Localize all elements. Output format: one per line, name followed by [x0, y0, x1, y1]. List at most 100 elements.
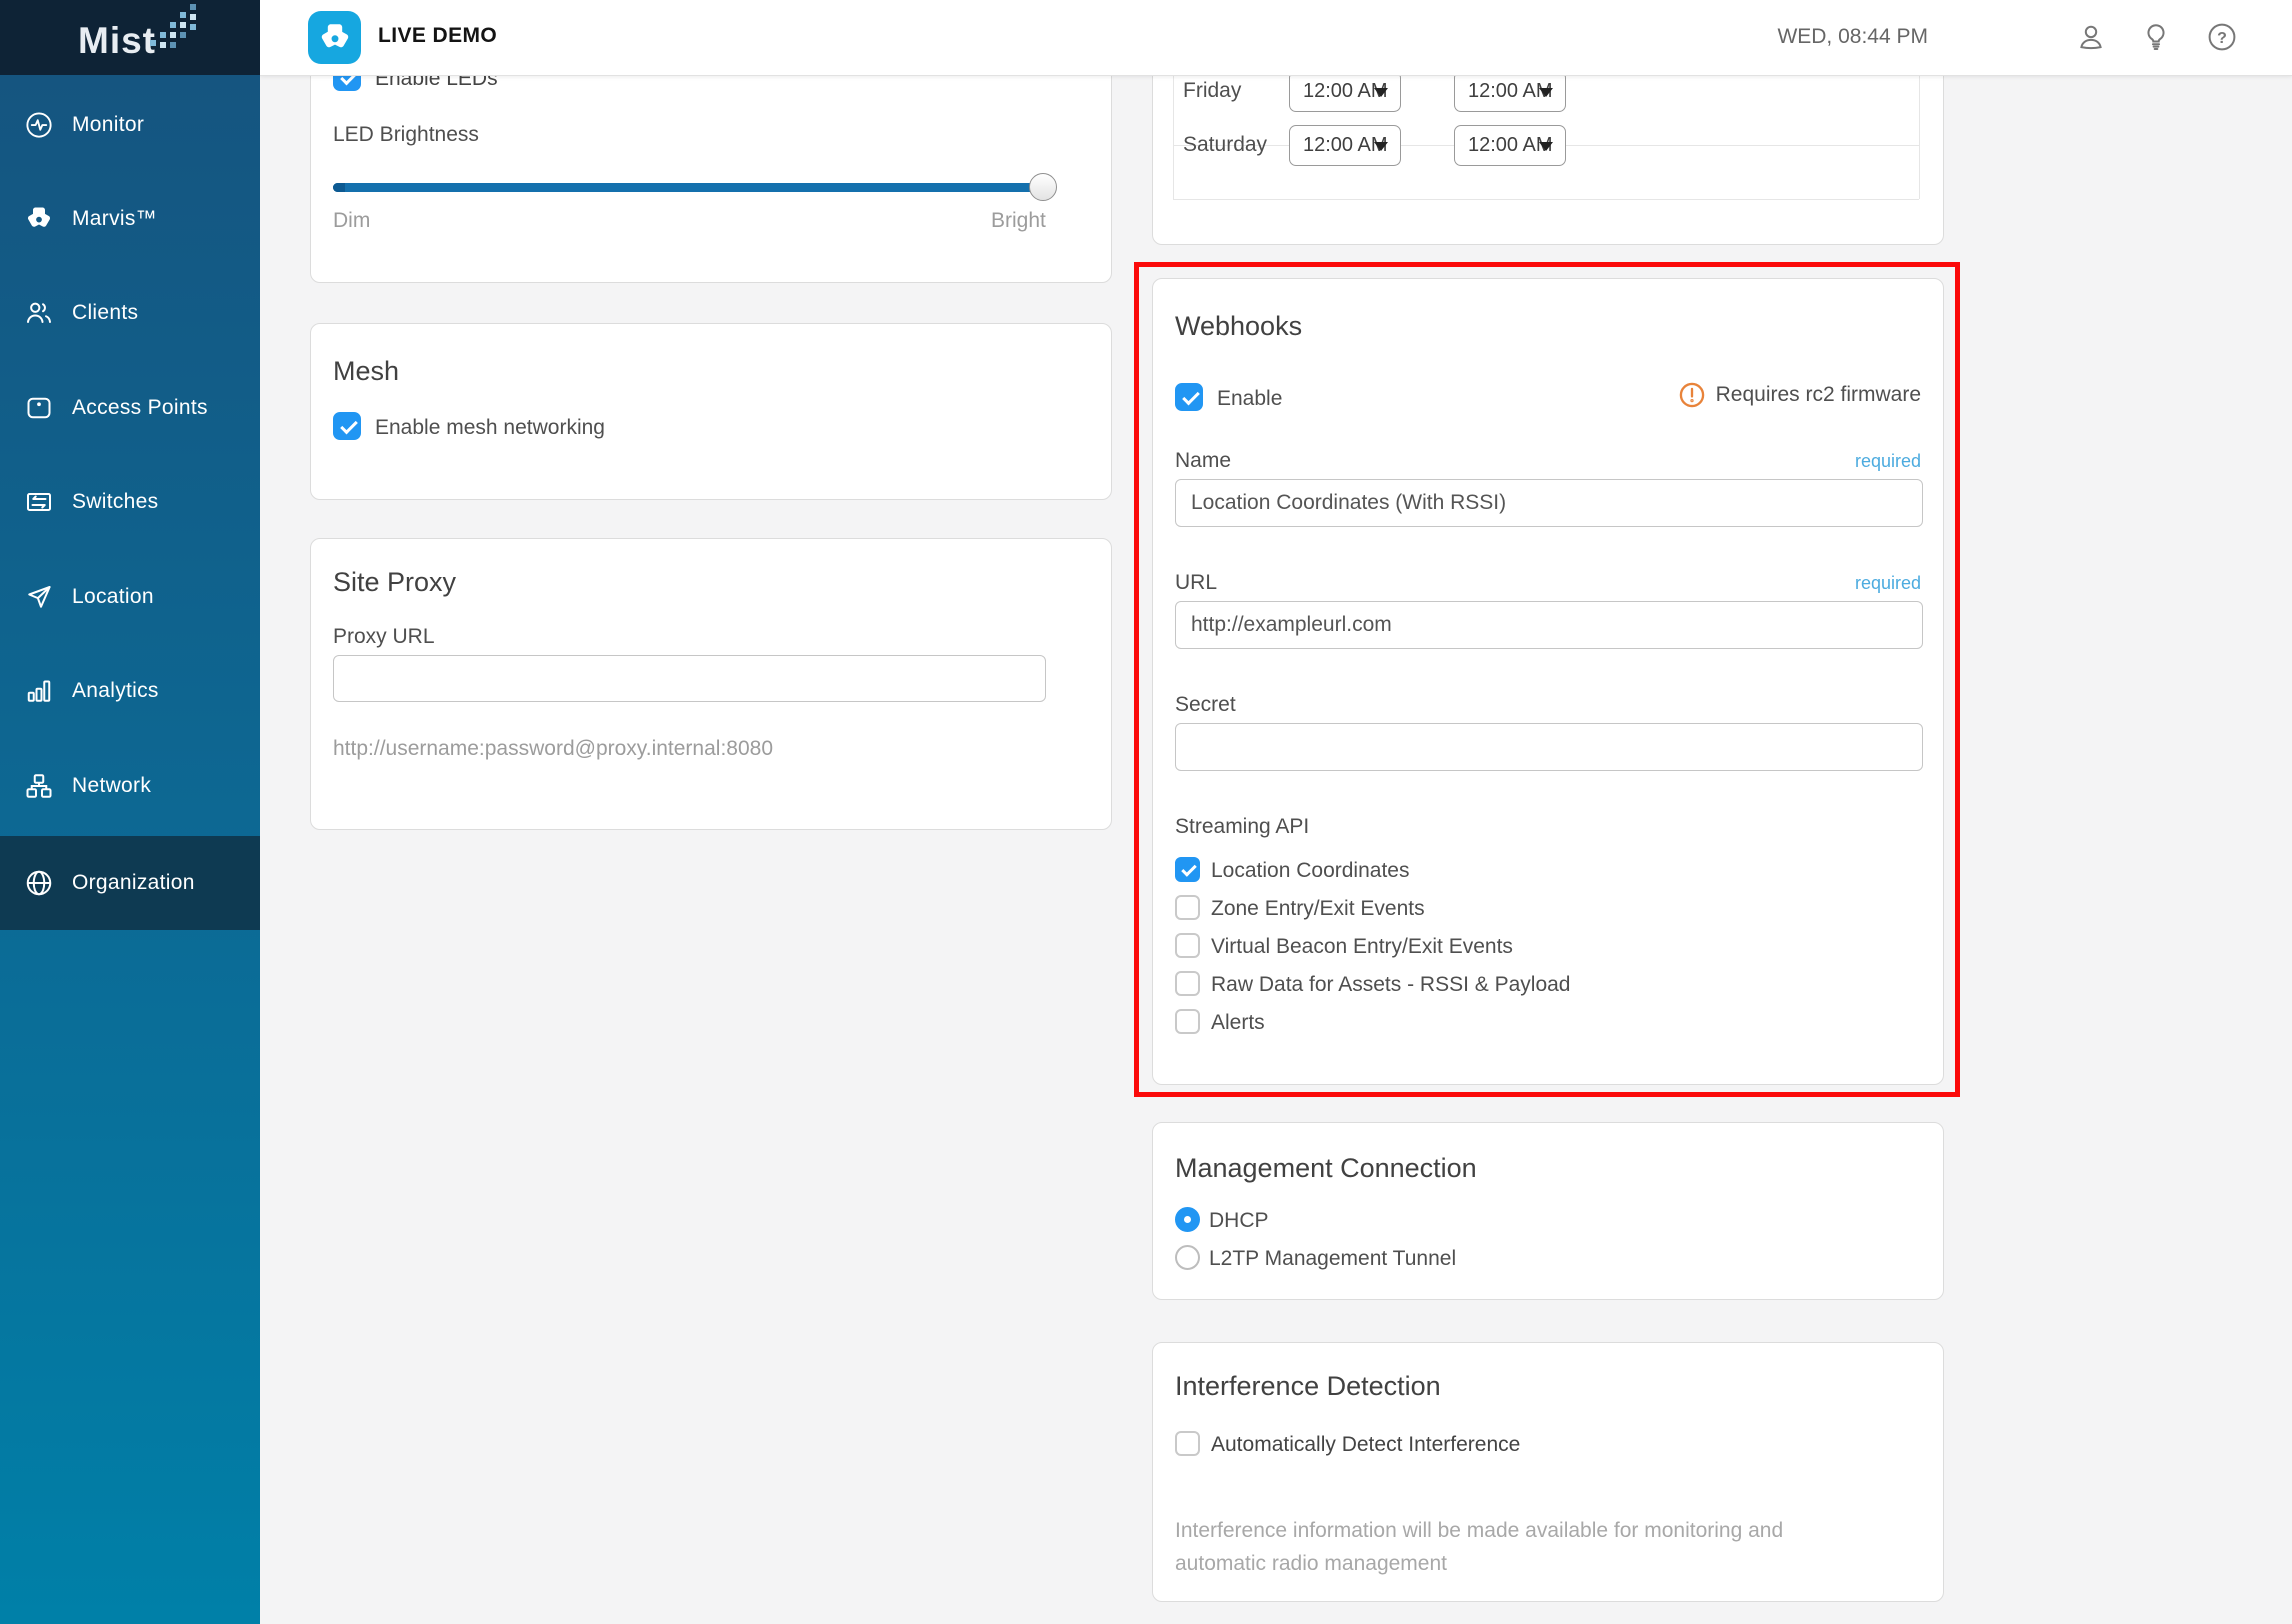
interference-detection-title: Interference Detection [1175, 1371, 1441, 1402]
option-label: Virtual Beacon Entry/Exit Events [1211, 935, 1513, 959]
dhcp-radio[interactable] [1175, 1207, 1200, 1232]
marvis-icon [24, 204, 54, 234]
led-brightness-label: LED Brightness [333, 123, 479, 147]
clients-icon [24, 298, 54, 328]
sidebar-item-label: Marvis™ [72, 207, 157, 231]
name-label: Name [1175, 449, 1231, 473]
proxy-url-label: Proxy URL [333, 625, 435, 649]
webhook-name-input[interactable] [1175, 479, 1923, 527]
radio-label: DHCP [1209, 1209, 1269, 1233]
chevron-down-icon [1539, 142, 1553, 151]
bulb-icon[interactable] [2140, 21, 2172, 53]
option-checkbox-zone-events[interactable] [1175, 895, 1200, 920]
option-checkbox-virtual-beacon[interactable] [1175, 933, 1200, 958]
option-checkbox-alerts[interactable] [1175, 1009, 1200, 1034]
management-connection-title: Management Connection [1175, 1153, 1477, 1184]
sidebar-item-label: Switches [72, 490, 158, 514]
sidebar-item-organization[interactable]: Organization [0, 836, 260, 930]
enable-mesh-checkbox[interactable] [333, 412, 361, 440]
sidebar-item-monitor[interactable]: Monitor [0, 95, 260, 155]
sidebar-item-clients[interactable]: Clients [0, 283, 260, 343]
slider-thumb[interactable] [1029, 173, 1057, 201]
sidebar: Mist Monitor Marvis™ Clients [0, 0, 260, 1624]
sidebar-item-marvis[interactable]: Marvis™ [0, 189, 260, 249]
radio-label: L2TP Management Tunnel [1209, 1247, 1456, 1271]
slider-bright-label: Bright [991, 209, 1046, 233]
clock: WED, 08:44 PM [1777, 25, 1928, 49]
sidebar-item-label: Monitor [72, 113, 144, 137]
l2tp-radio[interactable] [1175, 1245, 1200, 1270]
table-border [1173, 199, 1919, 200]
webhook-secret-input[interactable] [1175, 723, 1923, 771]
sidebar-item-access-points[interactable]: Access Points [0, 378, 260, 438]
help-icon[interactable]: ? [2206, 21, 2238, 53]
option-checkbox-location-coordinates[interactable] [1175, 857, 1200, 882]
chevron-down-icon [1374, 142, 1388, 151]
proxy-url-input[interactable] [333, 655, 1046, 702]
sidebar-item-label: Access Points [72, 396, 208, 420]
option-checkbox-raw-data[interactable] [1175, 971, 1200, 996]
svg-text:?: ? [2217, 30, 2227, 47]
webhooks-card: Webhooks Enable Requires rc2 firmware Na… [1152, 278, 1944, 1085]
mesh-card: Mesh Enable mesh networking [310, 323, 1112, 500]
chevron-down-icon [1539, 88, 1553, 97]
mist-logo: Mist [0, 0, 260, 75]
webhooks-enable-checkbox[interactable] [1175, 383, 1203, 411]
site-icon [317, 20, 353, 56]
site-selector[interactable] [308, 11, 361, 64]
sidebar-item-label: Clients [72, 301, 138, 325]
sidebar-item-label: Analytics [72, 679, 159, 703]
option-label: Raw Data for Assets - RSSI & Payload [1211, 973, 1570, 997]
sidebar-item-label: Location [72, 585, 154, 609]
user-icon[interactable] [2075, 21, 2107, 53]
chevron-down-icon [1374, 88, 1388, 97]
mist-logo-dots [148, 4, 212, 50]
sidebar-item-analytics[interactable]: Analytics [0, 661, 260, 721]
site-name[interactable]: LIVE DEMO [378, 24, 497, 48]
url-required-badge: required [1855, 573, 1921, 594]
warning-icon [1678, 381, 1706, 409]
analytics-icon [24, 676, 54, 706]
time-select-start[interactable]: 12:00 AM [1289, 71, 1401, 112]
auto-detect-interference-label: Automatically Detect Interference [1211, 1433, 1520, 1457]
top-bar: LIVE DEMO WED, 08:44 PM ? [260, 0, 2292, 76]
option-label: Location Coordinates [1211, 859, 1409, 883]
secret-label: Secret [1175, 693, 1236, 717]
led-brightness-slider[interactable] [333, 183, 1043, 192]
webhooks-enable-label: Enable [1217, 387, 1282, 411]
site-proxy-title: Site Proxy [333, 567, 456, 598]
slider-dim-label: Dim [333, 209, 370, 233]
mesh-title: Mesh [333, 356, 399, 387]
time-select-end[interactable]: 12:00 AM [1454, 71, 1566, 112]
name-required-badge: required [1855, 451, 1921, 472]
enable-mesh-label: Enable mesh networking [375, 416, 605, 440]
url-label: URL [1175, 571, 1217, 595]
interference-detection-card: Interference Detection Automatically Det… [1152, 1342, 1944, 1602]
firmware-warning: Requires rc2 firmware [1678, 381, 1921, 409]
webhook-url-input[interactable] [1175, 601, 1923, 649]
sidebar-item-label: Organization [72, 871, 195, 895]
network-icon [24, 771, 54, 801]
webhooks-title: Webhooks [1175, 311, 1302, 342]
warning-text: Requires rc2 firmware [1716, 383, 1921, 407]
time-select-start[interactable]: 12:00 AM [1289, 125, 1401, 166]
auto-detect-interference-checkbox[interactable] [1175, 1431, 1200, 1456]
mist-logo-text: Mist [78, 20, 156, 62]
sidebar-item-label: Network [72, 774, 151, 798]
app-window: Mist Monitor Marvis™ Clients [0, 0, 2292, 1624]
day-label: Saturday [1183, 133, 1267, 157]
option-label: Zone Entry/Exit Events [1211, 897, 1425, 921]
sidebar-item-switches[interactable]: Switches [0, 472, 260, 532]
proxy-url-hint: http://username:password@proxy.internal:… [333, 737, 773, 761]
site-proxy-card: Site Proxy Proxy URL http://username:pas… [310, 538, 1112, 830]
location-icon [24, 582, 54, 612]
sidebar-item-network[interactable]: Network [0, 756, 260, 816]
switches-icon [24, 487, 54, 517]
time-select-end[interactable]: 12:00 AM [1454, 125, 1566, 166]
day-label: Friday [1183, 79, 1241, 103]
management-connection-card: Management Connection DHCP L2TP Manageme… [1152, 1122, 1944, 1300]
option-label: Alerts [1211, 1011, 1265, 1035]
organization-icon [24, 868, 54, 898]
interference-description: Interference information will be made av… [1175, 1514, 1875, 1580]
sidebar-item-location[interactable]: Location [0, 567, 260, 627]
